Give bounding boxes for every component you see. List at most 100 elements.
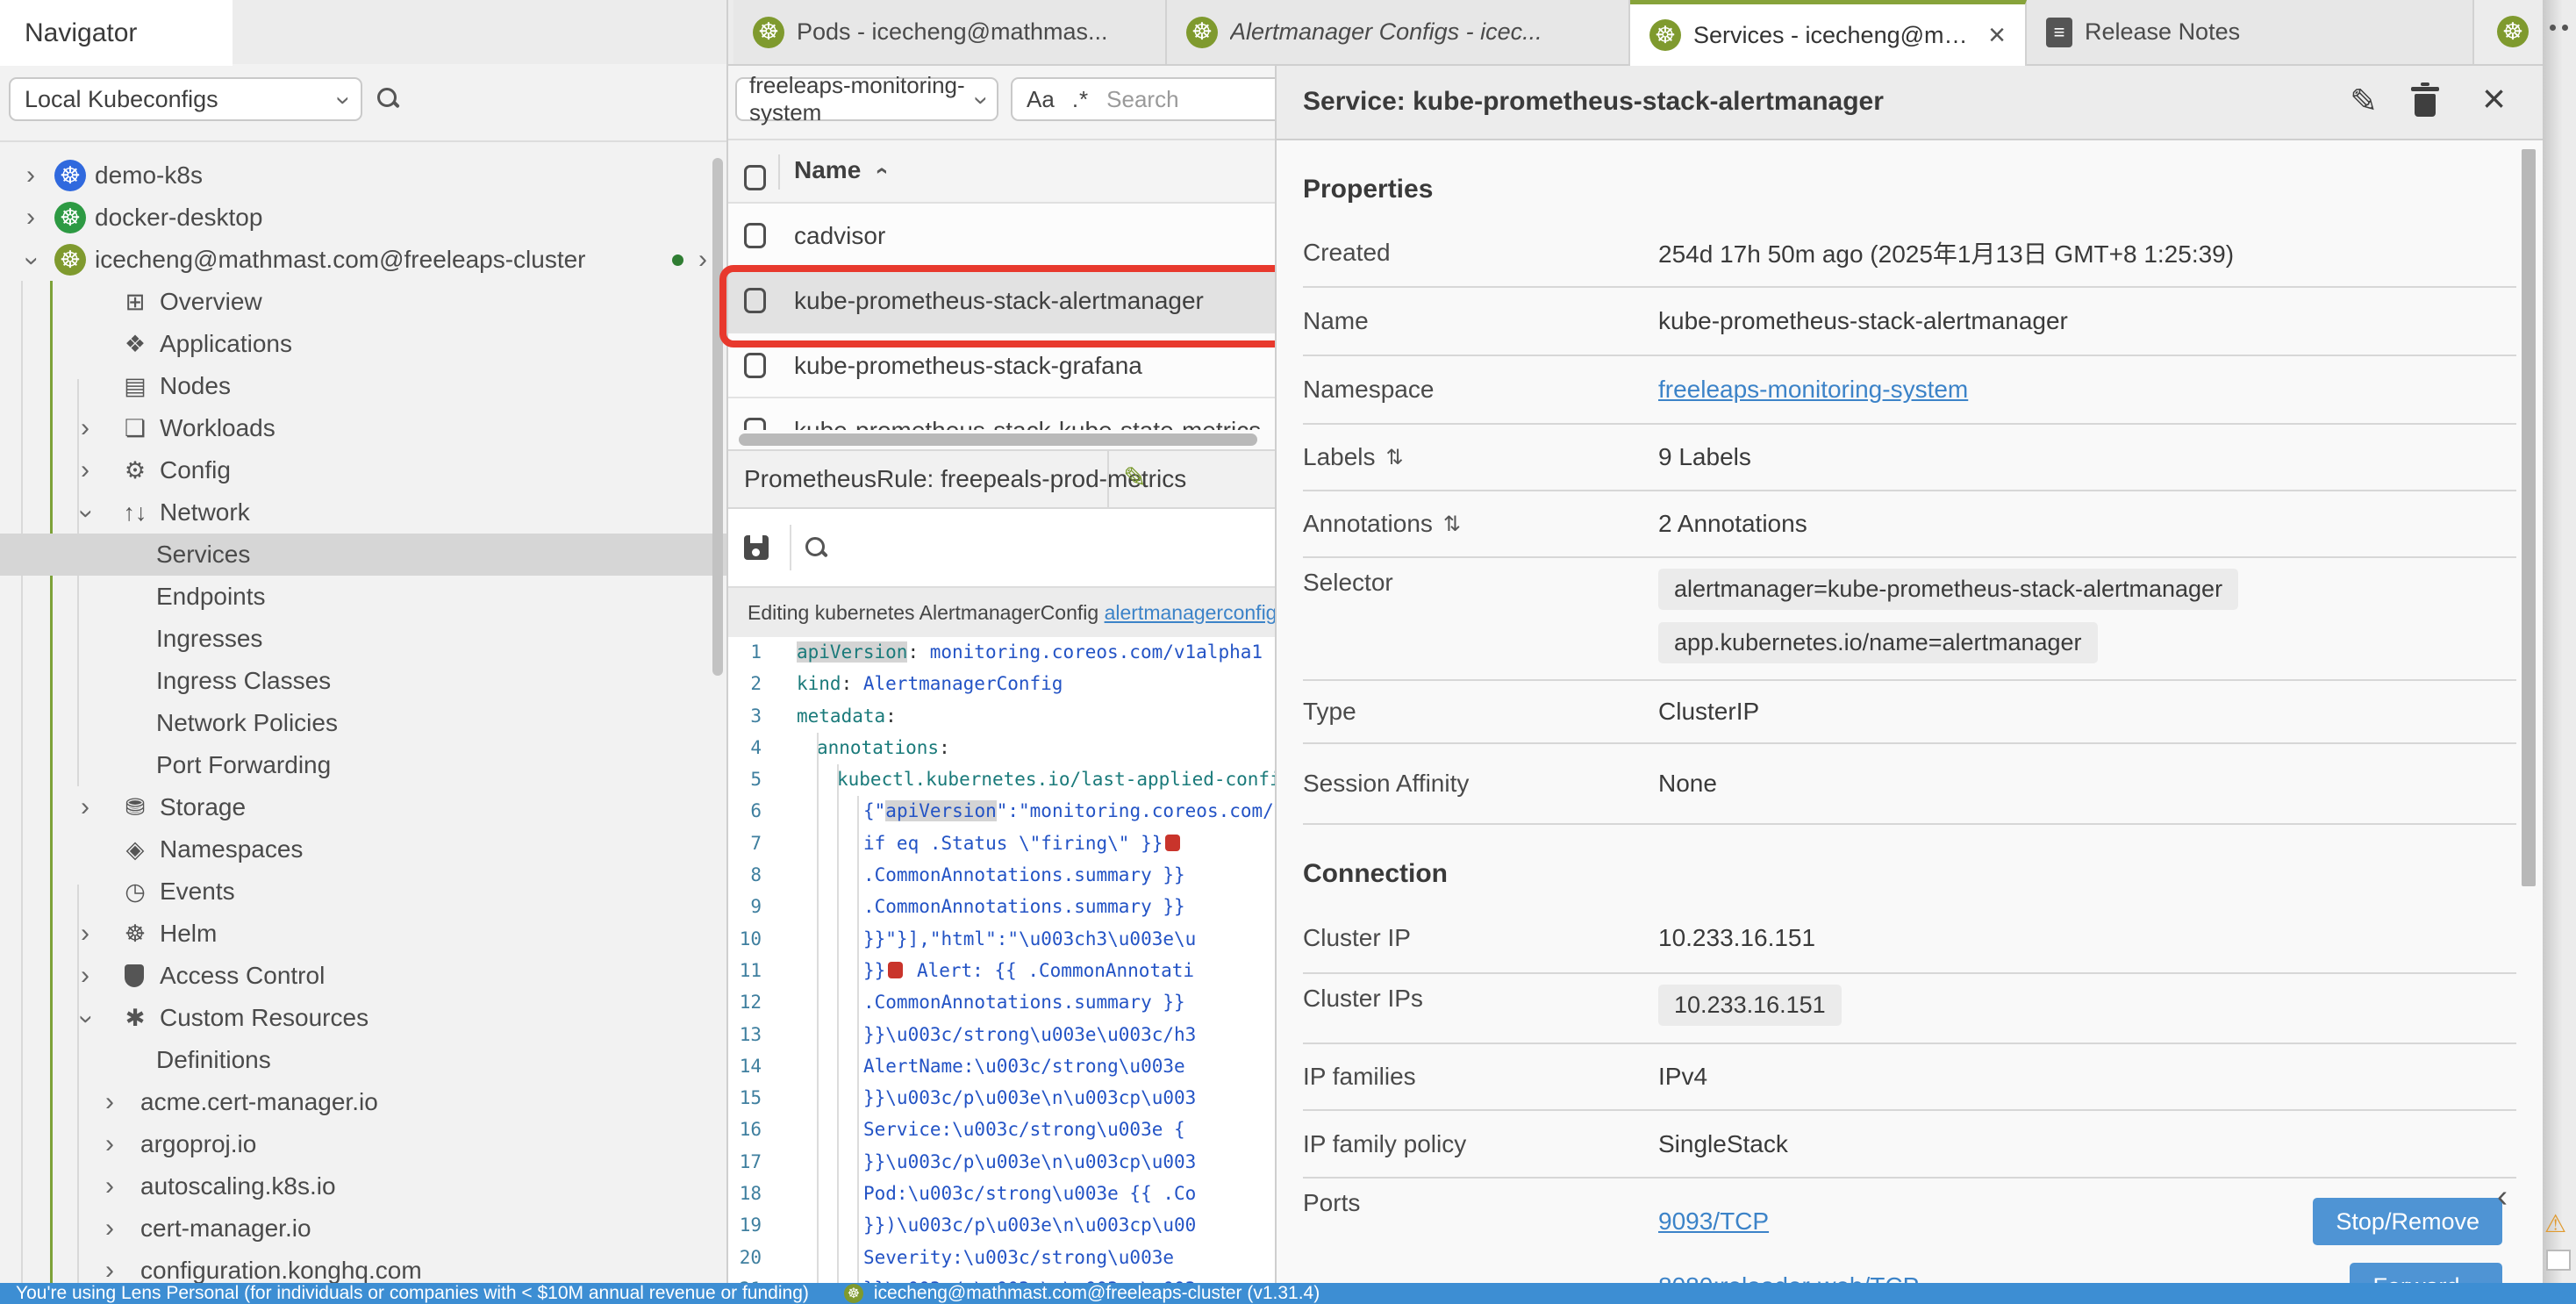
sidebar-item-custom-resources[interactable]: Custom Resources <box>0 997 728 1039</box>
kubernetes-icon <box>54 202 86 233</box>
sidebar-item-helm[interactable]: Helm <box>0 913 728 955</box>
navigator-tab[interactable]: Navigator <box>0 0 233 66</box>
row-label: Type <box>1303 698 1658 726</box>
chevron-right-icon[interactable] <box>81 921 89 947</box>
chevron-down-icon[interactable] <box>74 1015 100 1024</box>
close-icon[interactable]: × <box>2482 75 2506 122</box>
chevron-right-icon[interactable] <box>698 247 707 273</box>
line-number: 12 <box>728 992 762 1013</box>
sidebar-item-nodes[interactable]: Nodes <box>0 365 728 407</box>
sidebar-item-services[interactable]: Services <box>0 534 728 576</box>
sidebar-item-applications[interactable]: Applications <box>0 323 728 365</box>
kubeconfig-select[interactable]: Local Kubeconfigs <box>9 77 362 121</box>
port-link[interactable]: 9093/TCP <box>1658 1207 1769 1236</box>
sidebar-item-definitions[interactable]: Definitions <box>0 1039 728 1081</box>
sidebar-item-demo-k8s[interactable]: demo-k8s <box>0 154 728 197</box>
tab-alertmanager-configs-icec-[interactable]: Alertmanager Configs - icec... <box>1167 0 1630 64</box>
column-divider <box>778 154 780 190</box>
chevron-right-icon[interactable] <box>81 963 89 989</box>
alertmanagerconfig-link[interactable]: alertmanagerconfig <box>1105 601 1277 624</box>
stop-remove-button[interactable]: Stop/Remove <box>2313 1198 2502 1245</box>
sidebar-item-cert-manager-io[interactable]: cert-manager.io <box>0 1207 728 1250</box>
service-detail-panel: Service: kube-prometheus-stack-alertmana… <box>1275 66 2543 1283</box>
cluster-version-text[interactable]: icecheng@mathmast.com@freeleaps-cluster … <box>874 1283 1320 1304</box>
sidebar-item-icecheng-mathmast-com-freeleaps-cluster[interactable]: icecheng@mathmast.com@freeleaps-cluster <box>0 239 728 281</box>
sidebar-item-ingress-classes[interactable]: Ingress Classes <box>0 660 728 702</box>
edit-icon[interactable] <box>2350 85 2378 118</box>
code-text: }} Alert: {{ .CommonAnnotati <box>863 960 1194 981</box>
forward--button[interactable]: Forward... <box>2350 1263 2502 1283</box>
tab-services-icecheng-math-[interactable]: Services - icecheng@math...× <box>1630 0 2027 66</box>
chevron-right-icon[interactable] <box>105 1257 114 1284</box>
sort-icon[interactable] <box>1386 445 1404 470</box>
row-checkbox[interactable] <box>744 353 766 378</box>
delete-icon[interactable] <box>2415 94 2436 117</box>
divider <box>1107 451 1109 507</box>
tab-pods-icecheng-mathmas-[interactable]: Pods - icecheng@mathmas... <box>733 0 1167 64</box>
chevron-right-icon[interactable] <box>81 457 89 484</box>
detail-row-ip-families: IP familiesIPv4 <box>1303 1044 2516 1111</box>
chevron-left-icon[interactable] <box>2497 1182 2508 1219</box>
edit-icon[interactable] <box>1123 463 1147 491</box>
name-column-header[interactable]: Name <box>794 156 884 184</box>
row-checkbox[interactable] <box>744 418 766 430</box>
sidebar-item-endpoints[interactable]: Endpoints <box>0 576 728 618</box>
alarm-emoji <box>1165 835 1180 851</box>
chevron-right-icon[interactable] <box>105 1173 114 1200</box>
sidebar-item-overview[interactable]: Overview <box>0 281 728 323</box>
row-checkbox[interactable] <box>744 223 766 248</box>
port-link[interactable]: 8080:reloader-web/TCP <box>1658 1272 1919 1283</box>
scrollbar-thumb[interactable] <box>739 433 1257 446</box>
prometheusrule-title: PrometheusRule: freepeals-prod-metrics <box>744 465 1186 493</box>
sidebar-item-docker-desktop[interactable]: docker-desktop <box>0 197 728 239</box>
detail-scrollbar[interactable] <box>2522 149 2536 886</box>
save-icon[interactable] <box>744 535 769 560</box>
chevron-down-icon[interactable] <box>19 257 46 266</box>
desktop-edge-strip <box>2543 0 2576 1304</box>
sidebar-item-label: Endpoints <box>156 583 266 611</box>
sidebar-item-namespaces[interactable]: Namespaces <box>0 828 728 871</box>
sidebar-item-label: argoproj.io <box>140 1130 256 1158</box>
sidebar-item-network[interactable]: Network <box>0 491 728 534</box>
sidebar-item-workloads[interactable]: Workloads <box>0 407 728 449</box>
sidebar-item-config[interactable]: Config <box>0 449 728 491</box>
chevron-right-icon[interactable] <box>81 794 89 820</box>
service-name: kube-prometheus-stack-kube-state-metrics <box>794 417 1261 430</box>
detail-row-cluster-ips: Cluster IPs10.233.16.151 <box>1303 974 2516 1044</box>
search-icon[interactable] <box>377 88 400 111</box>
sidebar-item-argoproj-io[interactable]: argoproj.io <box>0 1123 728 1165</box>
sidebar-item-access-control[interactable]: Access Control <box>0 955 728 997</box>
sidebar-item-events[interactable]: Events <box>0 871 728 913</box>
sidebar-item-storage[interactable]: Storage <box>0 786 728 828</box>
sidebar-item-autoscaling-k8s-io[interactable]: autoscaling.k8s.io <box>0 1165 728 1207</box>
sidebar-item-label: Network Policies <box>156 709 338 737</box>
namespace-link[interactable]: freeleaps-monitoring-system <box>1658 376 1968 404</box>
chevron-right-icon[interactable] <box>81 415 89 441</box>
sidebar-scrollbar[interactable] <box>712 158 723 676</box>
line-number: 18 <box>728 1183 762 1204</box>
kubernetes-icon <box>844 1284 863 1303</box>
chevron-right-icon[interactable] <box>26 162 35 189</box>
sidebar-item-network-policies[interactable]: Network Policies <box>0 702 728 744</box>
sidebar-item-port-forwarding[interactable]: Port Forwarding <box>0 744 728 786</box>
chevron-right-icon[interactable] <box>105 1089 114 1115</box>
sidebar-item-ingresses[interactable]: Ingresses <box>0 618 728 660</box>
chevron-right-icon[interactable] <box>105 1131 114 1157</box>
chevron-right-icon[interactable] <box>105 1215 114 1242</box>
code-text: apiVersion: monitoring.coreos.com/v1alph… <box>797 641 1263 663</box>
horizontal-scrollbar[interactable] <box>728 430 1275 449</box>
close-icon[interactable]: × <box>1988 20 2006 50</box>
editor-search-icon[interactable] <box>805 537 828 560</box>
namespace-select[interactable]: freeleaps-monitoring-system <box>735 77 998 121</box>
warning-icon <box>2544 1209 2566 1238</box>
tab-release-notes[interactable]: Release Notes <box>2027 0 2474 64</box>
select-all-checkbox[interactable] <box>744 165 766 190</box>
kubernetes-icon[interactable] <box>2497 16 2529 47</box>
match-case-toggle[interactable]: Aa <box>1027 86 1055 113</box>
sidebar-item-acme-cert-manager-io[interactable]: acme.cert-manager.io <box>0 1081 728 1123</box>
code-text: }}\u003c/p\u003e\n\u003cp\u003 <box>863 1087 1196 1108</box>
chevron-right-icon[interactable] <box>26 204 35 231</box>
chevron-down-icon[interactable] <box>74 510 100 519</box>
regex-toggle[interactable]: .* <box>1072 86 1089 113</box>
sort-icon[interactable] <box>1443 512 1461 537</box>
